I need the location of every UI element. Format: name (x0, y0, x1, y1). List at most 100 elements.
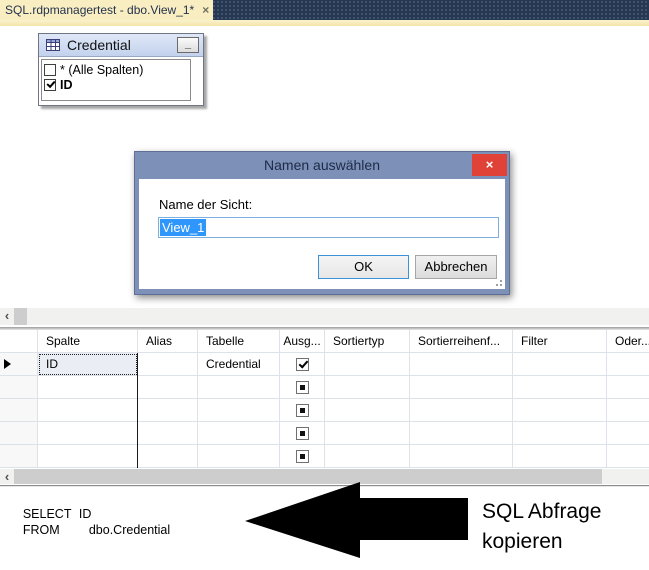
column-header-filter[interactable]: Filter (513, 330, 607, 353)
minimize-button[interactable]: _ (177, 37, 199, 53)
cell-spalte[interactable]: ID (38, 353, 138, 376)
cell-spalte[interactable] (38, 376, 138, 399)
list-item-id[interactable]: ID (44, 77, 190, 92)
sql-value: dbo.Credential (88, 523, 171, 537)
sql-value: ID (78, 507, 92, 521)
cell-spalte[interactable] (38, 399, 138, 422)
table-icon (46, 39, 60, 51)
cell-oder[interactable] (607, 445, 649, 468)
output-checkbox[interactable] (295, 449, 309, 463)
sql-keyword: SELECT (22, 507, 72, 521)
dialog-title: Namen auswählen (264, 157, 380, 173)
cell-filter[interactable] (513, 422, 607, 445)
cell-oder[interactable] (607, 376, 649, 399)
row-selector[interactable] (0, 399, 38, 422)
checkbox-id[interactable] (44, 78, 56, 91)
cell-ausgabe (280, 445, 325, 468)
view-name-input[interactable]: View_1 (158, 217, 499, 238)
cell-ausgabe (280, 422, 325, 445)
cell-filter[interactable] (513, 376, 607, 399)
output-checkbox[interactable] (295, 380, 309, 394)
cell-alias[interactable] (138, 399, 198, 422)
cell-oder[interactable] (607, 422, 649, 445)
row-selector[interactable] (0, 422, 38, 445)
scrollbar-thumb[interactable] (14, 308, 27, 325)
cell-sortiertyp[interactable] (325, 422, 410, 445)
list-item-label: * (Alle Spalten) (60, 62, 144, 77)
column-header-ausgabe[interactable]: Ausg... (280, 330, 325, 353)
cell-tabelle[interactable] (198, 399, 280, 422)
tab-accent-strip (0, 20, 649, 26)
grid-row-1: ID Credential (0, 353, 649, 376)
list-item-all-columns[interactable]: * (Alle Spalten) (44, 62, 190, 77)
list-item-label: ID (60, 77, 73, 92)
column-header-sortiertyp[interactable]: Sortiertyp (325, 330, 410, 353)
view-designer-window: SQL.rdpmanagertest - dbo.View_1* × Creden… (0, 0, 649, 570)
choose-name-dialog: Namen auswählen × Name der Sicht: View_1… (134, 151, 510, 295)
grid-row-4 (0, 422, 649, 445)
checkbox-all-columns[interactable] (44, 63, 56, 76)
cell-alias[interactable] (138, 376, 198, 399)
grid-row-5 (0, 445, 649, 468)
cell-tabelle[interactable] (198, 376, 280, 399)
ok-button[interactable]: OK (318, 255, 409, 279)
cell-filter[interactable] (513, 445, 607, 468)
column-header-alias[interactable]: Alias (138, 330, 198, 353)
row-selector[interactable] (0, 353, 38, 376)
column-header-sortierreihenfolge[interactable]: Sortierreihenf... (410, 330, 513, 353)
row-selector[interactable] (0, 376, 38, 399)
cell-sortierreihenfolge[interactable] (410, 353, 513, 376)
dialog-close-button[interactable]: × (472, 154, 507, 176)
scroll-left-icon[interactable]: ‹ (0, 469, 14, 484)
cancel-button[interactable]: Abbrechen (415, 255, 497, 279)
row-selector[interactable] (0, 445, 38, 468)
cell-alias[interactable] (138, 422, 198, 445)
grid-corner-cell[interactable] (0, 330, 38, 353)
cell-tabelle[interactable]: Credential (198, 353, 280, 376)
cell-sortiertyp[interactable] (325, 376, 410, 399)
sql-keyword: FROM (22, 523, 60, 537)
tab-close-icon[interactable]: × (202, 0, 209, 20)
cell-oder[interactable] (607, 399, 649, 422)
output-checkbox[interactable] (295, 426, 309, 440)
tab-dbo-view1[interactable]: SQL.rdpmanagertest - dbo.View_1* × (0, 0, 213, 20)
cell-sortierreihenfolge[interactable] (410, 445, 513, 468)
selected-text: View_1 (160, 219, 207, 236)
diagram-pane-hscrollbar[interactable]: ‹ (0, 308, 649, 325)
cell-sortierreihenfolge[interactable] (410, 399, 513, 422)
column-divider-line[interactable] (137, 353, 138, 468)
cell-filter[interactable] (513, 353, 607, 376)
output-checkbox[interactable] (295, 357, 309, 371)
cell-ausgabe (280, 353, 325, 376)
cell-sortierreihenfolge[interactable] (410, 376, 513, 399)
cell-sortiertyp[interactable] (325, 353, 410, 376)
annotation-arrow-icon (245, 482, 468, 558)
column-header-spalte[interactable]: Spalte (38, 330, 138, 353)
cell-spalte[interactable] (38, 445, 138, 468)
column-checkbox-list: * (Alle Spalten) ID (41, 59, 191, 101)
grid-row-3 (0, 399, 649, 422)
dialog-titlebar[interactable]: Namen auswählen × (135, 152, 509, 179)
output-checkbox[interactable] (295, 403, 309, 417)
current-row-marker-icon (4, 359, 11, 369)
cell-sortiertyp[interactable] (325, 445, 410, 468)
column-header-oder[interactable]: Oder... (607, 330, 649, 353)
grid-row-2 (0, 376, 649, 399)
credential-titlebar[interactable]: Credential _ (39, 34, 203, 57)
cell-alias[interactable] (138, 353, 198, 376)
cell-tabelle[interactable] (198, 445, 280, 468)
cell-spalte[interactable] (38, 422, 138, 445)
cell-tabelle[interactable] (198, 422, 280, 445)
cell-oder[interactable] (607, 353, 649, 376)
cell-sortierreihenfolge[interactable] (410, 422, 513, 445)
cell-sortiertyp[interactable] (325, 399, 410, 422)
annotation-text: SQL Abfrage kopieren (482, 500, 602, 553)
scroll-left-icon[interactable]: ‹ (0, 308, 14, 325)
resize-grip-icon[interactable] (494, 278, 502, 286)
credential-table-window[interactable]: Credential _ * (Alle Spalten) ID (38, 33, 204, 106)
cell-filter[interactable] (513, 399, 607, 422)
column-header-tabelle[interactable]: Tabelle (198, 330, 280, 353)
criteria-grid: Spalte Alias Tabelle Ausg... Sortiertyp … (0, 330, 649, 468)
tab-title: SQL.rdpmanagertest - dbo.View_1* (5, 3, 195, 17)
cell-alias[interactable] (138, 445, 198, 468)
